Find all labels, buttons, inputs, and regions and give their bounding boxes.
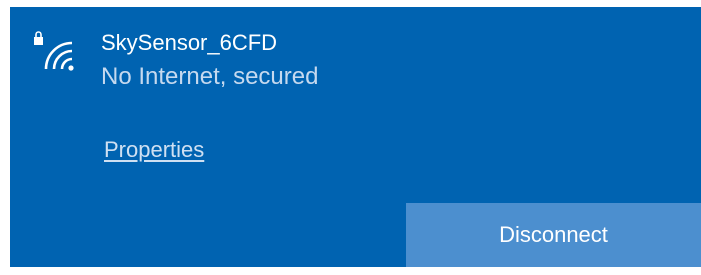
network-name: SkySensor_6CFD: [101, 30, 278, 55]
wifi-secured-icon: [32, 29, 80, 77]
disconnect-button[interactable]: Disconnect: [406, 203, 701, 267]
network-status: No Internet, secured: [101, 63, 319, 90]
wifi-network-panel: SkySensor_6CFD No Internet, secured Prop…: [10, 7, 701, 267]
properties-link[interactable]: Properties: [104, 136, 204, 164]
